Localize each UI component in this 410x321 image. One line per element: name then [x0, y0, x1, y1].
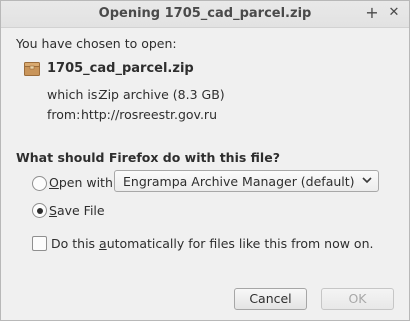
open-with-mnemonic: O	[49, 175, 59, 190]
save-file-label-rest: ave File	[56, 203, 105, 218]
application-select-value: Engrampa Archive Manager (default)	[123, 174, 355, 189]
from-label: from:	[47, 107, 81, 122]
which-is-value: Zip archive (8.3 GB)	[99, 87, 225, 102]
maximize-button[interactable]: +	[363, 4, 381, 22]
action-question: What should Firefox do with this file?	[16, 150, 280, 165]
intro-text: You have chosen to open:	[16, 36, 177, 51]
save-file-mnemonic: S	[49, 203, 57, 218]
open-with-label[interactable]: Open with	[49, 175, 113, 190]
auto-checkbox[interactable]	[32, 236, 47, 251]
auto-label-prefix: Do this	[51, 236, 100, 251]
chevron-down-icon	[362, 177, 372, 184]
application-select[interactable]: Engrampa Archive Manager (default)	[114, 170, 379, 192]
auto-label[interactable]: Do this automatically for files like thi…	[51, 236, 373, 251]
open-with-label-rest: pen with	[58, 175, 113, 190]
which-is-label: which is:	[47, 87, 102, 102]
save-file-label[interactable]: Save File	[49, 203, 105, 218]
from-value: http://rosreestr.gov.ru	[81, 107, 217, 122]
window-title: Opening 1705_cad_parcel.zip	[98, 6, 312, 21]
file-name: 1705_cad_parcel.zip	[47, 61, 194, 76]
open-with-radio[interactable]	[32, 176, 47, 191]
archive-icon	[24, 62, 40, 76]
cancel-button[interactable]: Cancel	[234, 288, 307, 310]
dialog-window: Opening 1705_cad_parcel.zip + ✕ You have…	[0, 0, 410, 321]
title-bar[interactable]: Opening 1705_cad_parcel.zip + ✕	[1, 1, 409, 28]
ok-button[interactable]: OK	[321, 288, 394, 310]
close-button[interactable]: ✕	[385, 4, 403, 22]
auto-label-mnemonic: a	[99, 236, 107, 251]
save-file-radio[interactable]	[32, 203, 47, 218]
auto-label-rest: utomatically for files like this from no…	[106, 236, 374, 251]
